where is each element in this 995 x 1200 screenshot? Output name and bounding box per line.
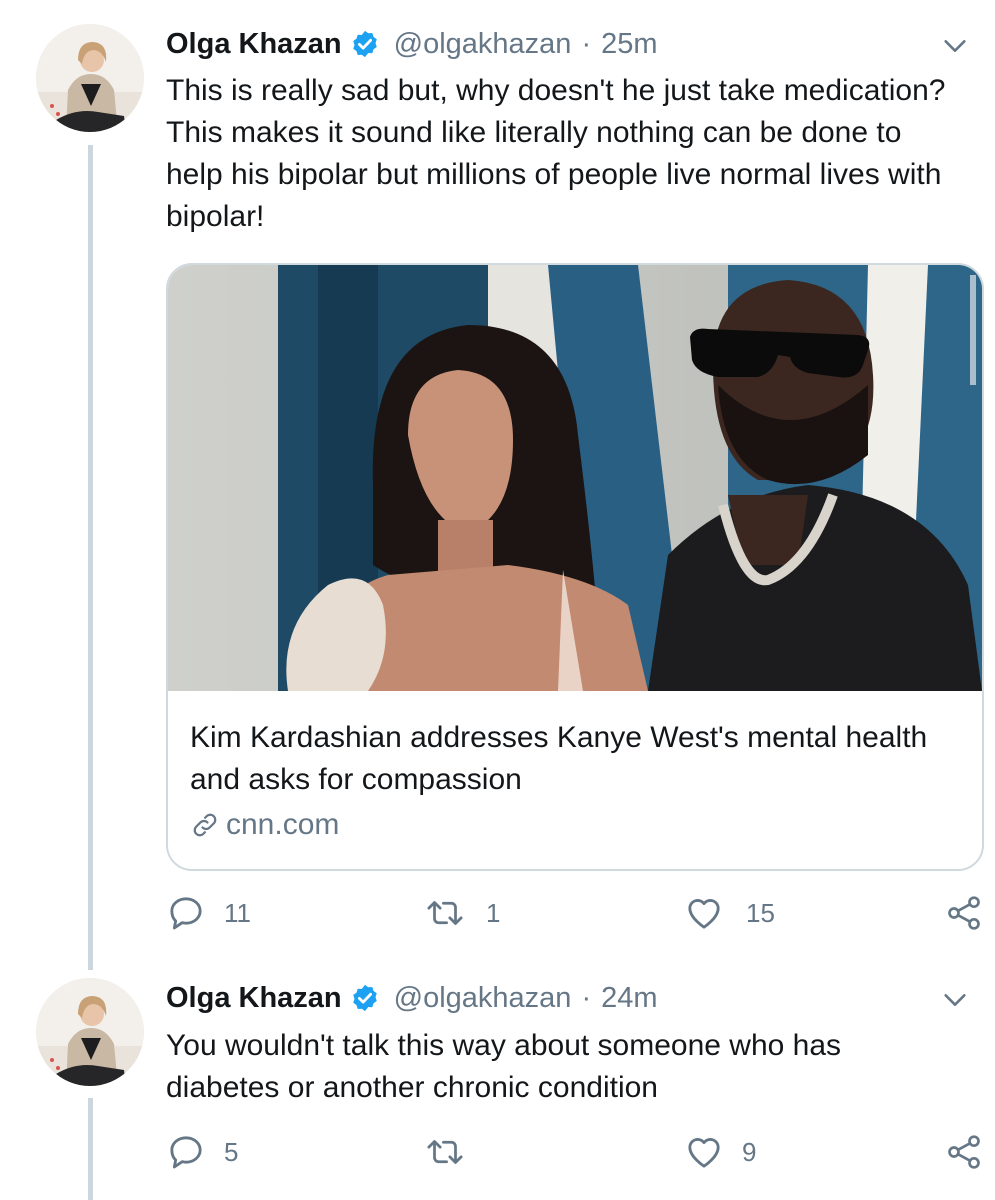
tweet-text: This is really sad but, why doesn't he j… — [166, 74, 946, 233]
author-handle[interactable]: @olgakhazan — [394, 28, 572, 61]
tweet-1[interactable]: Olga Khazan @olgakhazan · 25m This is re… — [0, 0, 995, 970]
tweet-header: Olga Khazan @olgakhazan · 24m — [166, 978, 658, 1018]
reply-count: 11 — [224, 897, 251, 928]
reply-icon — [170, 1136, 202, 1169]
share-button[interactable] — [944, 891, 984, 935]
link-icon — [193, 813, 217, 837]
share-icon — [948, 1135, 980, 1169]
author-name[interactable]: Olga Khazan — [166, 982, 342, 1015]
reply-count: 5 — [224, 1136, 239, 1167]
verified-badge-icon — [352, 984, 377, 1012]
tweet-2[interactable]: Olga Khazan @olgakhazan · 24m You wouldn… — [0, 970, 995, 1200]
timestamp[interactable]: 24m — [601, 982, 657, 1015]
chevron-down-icon[interactable] — [941, 986, 969, 1014]
like-icon — [688, 899, 720, 929]
retweet-button[interactable] — [424, 1130, 484, 1174]
share-button[interactable] — [944, 1130, 984, 1174]
separator-dot: · — [581, 27, 592, 60]
like-button[interactable]: 15 — [684, 891, 775, 935]
like-button[interactable]: 9 — [684, 1130, 756, 1174]
reply-button[interactable]: 11 — [166, 891, 251, 935]
author-name[interactable]: Olga Khazan — [166, 28, 342, 61]
avatar[interactable] — [36, 24, 144, 132]
card-domain: cnn.com — [226, 808, 340, 841]
like-count: 15 — [746, 897, 775, 928]
share-icon — [948, 896, 980, 930]
reply-icon — [170, 897, 202, 930]
tweet-text: You wouldn't talk this way about someone… — [166, 1029, 842, 1104]
card-image — [168, 265, 982, 691]
like-count: 9 — [742, 1136, 757, 1167]
thread-line — [88, 145, 93, 970]
chevron-down-icon[interactable] — [941, 32, 969, 60]
thread-line — [88, 1098, 93, 1200]
retweet-count: 1 — [486, 897, 501, 928]
retweet-icon — [427, 1140, 463, 1164]
card-title[interactable]: Kim Kardashian addresses Kanye West's me… — [190, 717, 950, 801]
tweet-header: Olga Khazan @olgakhazan · 25m — [166, 24, 658, 64]
verified-badge-icon — [352, 30, 377, 58]
author-handle[interactable]: @olgakhazan — [394, 982, 572, 1015]
reply-button[interactable]: 5 — [166, 1130, 238, 1174]
tweet-actions: 5 9 — [166, 1130, 986, 1174]
card-domain-row[interactable]: cnn.com — [190, 808, 339, 842]
avatar[interactable] — [36, 978, 144, 1086]
retweet-button[interactable]: 1 — [424, 891, 500, 935]
retweet-icon — [427, 901, 463, 925]
link-card[interactable]: Kim Kardashian addresses Kanye West's me… — [166, 263, 984, 871]
tweet-actions: 11 1 15 — [166, 891, 986, 935]
like-icon — [688, 1138, 720, 1168]
separator-dot: · — [581, 981, 592, 1014]
timestamp[interactable]: 25m — [601, 28, 657, 61]
